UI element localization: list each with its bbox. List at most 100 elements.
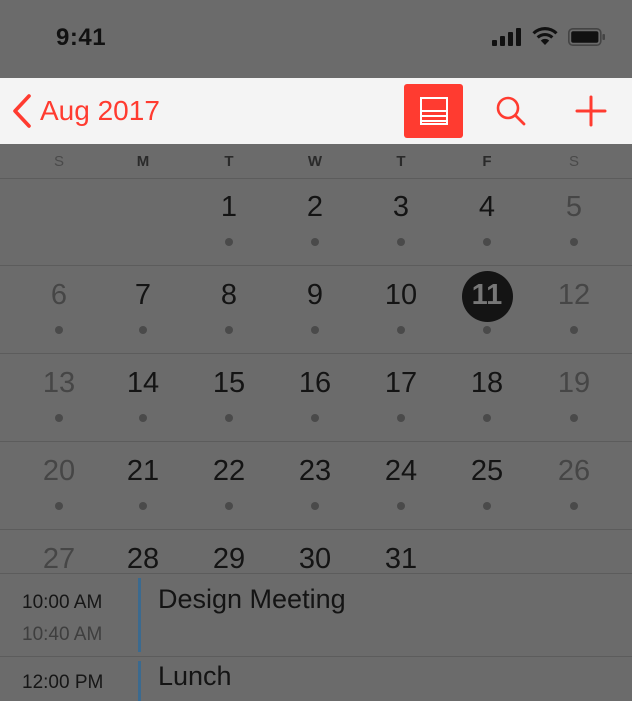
- event-calendar-bar: [138, 578, 141, 652]
- day-cell[interactable]: 4: [457, 178, 517, 265]
- day-number: 10: [384, 279, 418, 311]
- day-number: 13: [42, 367, 76, 399]
- day-number: 9: [306, 279, 324, 311]
- add-event-button[interactable]: [570, 90, 612, 132]
- plus-icon: [575, 95, 607, 127]
- event-title: Design Meeting: [158, 584, 346, 614]
- day-cell[interactable]: 9: [285, 266, 345, 353]
- weekday-mon: M: [136, 153, 150, 170]
- day-number: 18: [470, 367, 504, 399]
- day-cell[interactable]: 19: [544, 354, 604, 441]
- event-dot: [225, 238, 233, 246]
- chevron-left-icon: [13, 94, 31, 128]
- day-number: 21: [126, 455, 160, 487]
- day-number: 31: [384, 543, 418, 575]
- day-cell-today[interactable]: 11: [457, 266, 517, 353]
- wifi-icon: [532, 27, 558, 45]
- event-dot: [311, 238, 319, 246]
- day-number: 2: [306, 191, 324, 223]
- event-dot: [483, 414, 491, 422]
- event-dot: [311, 502, 319, 510]
- event-dot: [225, 502, 233, 510]
- day-number: 17: [384, 367, 418, 399]
- day-number: 4: [478, 191, 496, 223]
- day-number: 6: [50, 279, 68, 311]
- event-dot: [570, 326, 578, 334]
- weekday-tue: T: [224, 153, 234, 170]
- event-dot: [397, 414, 405, 422]
- weekday-wed: W: [307, 153, 323, 170]
- day-cell[interactable]: 7: [113, 266, 173, 353]
- day-number: 12: [557, 279, 591, 311]
- weekday-thu: T: [396, 153, 406, 170]
- day-cell[interactable]: 26: [544, 442, 604, 529]
- day-number: 27: [42, 543, 76, 575]
- day-number: 19: [557, 367, 591, 399]
- status-icons: [492, 27, 606, 46]
- day-cell[interactable]: 13: [29, 354, 89, 441]
- battery-icon: [568, 27, 605, 46]
- day-cell[interactable]: 1: [199, 178, 259, 265]
- day-number: 7: [134, 279, 152, 311]
- event-dot: [397, 326, 405, 334]
- day-cell[interactable]: 12: [544, 266, 604, 353]
- event-dot: [483, 502, 491, 510]
- day-cell[interactable]: 24: [371, 442, 431, 529]
- event-dot: [483, 326, 491, 334]
- search-button[interactable]: [490, 90, 532, 132]
- day-number: 22: [212, 455, 246, 487]
- back-to-month-button[interactable]: Aug 2017: [12, 92, 160, 130]
- day-cell[interactable]: 25: [457, 442, 517, 529]
- event-dot: [397, 238, 405, 246]
- day-number: 28: [126, 543, 160, 575]
- status-time: 9:41: [56, 24, 107, 51]
- day-cell[interactable]: 3: [371, 178, 431, 265]
- event-dot: [397, 502, 405, 510]
- event-calendar-bar: [138, 661, 141, 701]
- day-cell[interactable]: 23: [285, 442, 345, 529]
- event-start-time: 12:00 PM: [22, 672, 104, 693]
- day-cell[interactable]: 8: [199, 266, 259, 353]
- day-number: 1: [220, 191, 238, 223]
- day-cell[interactable]: 6: [29, 266, 89, 353]
- day-cell[interactable]: 16: [285, 354, 345, 441]
- day-cell[interactable]: 14: [113, 354, 173, 441]
- event-dot: [483, 238, 491, 246]
- event-start-time: 10:00 AM: [22, 592, 103, 613]
- day-number: 26: [557, 455, 591, 487]
- day-cell[interactable]: 18: [457, 354, 517, 441]
- list-view-icon: [419, 97, 448, 125]
- day-number: 14: [126, 367, 160, 399]
- list-view-toggle-button[interactable]: [404, 84, 463, 138]
- day-cell[interactable]: 20: [29, 442, 89, 529]
- day-cell[interactable]: 5: [544, 178, 604, 265]
- event-item[interactable]: 12:00 PM Lunch: [0, 657, 632, 701]
- day-number: 25: [470, 455, 504, 487]
- week-row: 13 14 15 16 17 18 19: [0, 354, 632, 442]
- event-item[interactable]: 10:00 AM 10:40 AM Design Meeting: [0, 574, 632, 656]
- day-number: 29: [212, 543, 246, 575]
- day-cell[interactable]: 21: [113, 442, 173, 529]
- event-dot: [570, 238, 578, 246]
- event-dot: [55, 414, 63, 422]
- day-number: 30: [298, 543, 332, 575]
- event-end-time: 10:40 AM: [22, 624, 103, 645]
- day-cell[interactable]: 17: [371, 354, 431, 441]
- event-dot: [311, 414, 319, 422]
- event-dot: [139, 414, 147, 422]
- event-title: Lunch: [158, 661, 232, 691]
- week-row: 20 21 22 23 24 25 26: [0, 442, 632, 530]
- day-number: 20: [42, 455, 76, 487]
- event-dot: [225, 414, 233, 422]
- day-number: 11: [471, 279, 503, 311]
- back-label: Aug 2017: [40, 95, 160, 126]
- day-cell[interactable]: 2: [285, 178, 345, 265]
- event-dot: [225, 326, 233, 334]
- day-cell[interactable]: 10: [371, 266, 431, 353]
- navigation-bar: Aug 2017: [0, 78, 632, 144]
- event-list: 10:00 AM 10:40 AM Design Meeting 12:00 P…: [0, 573, 632, 701]
- event-dot: [139, 326, 147, 334]
- day-cell[interactable]: 15: [199, 354, 259, 441]
- event-dot: [139, 502, 147, 510]
- day-cell[interactable]: 22: [199, 442, 259, 529]
